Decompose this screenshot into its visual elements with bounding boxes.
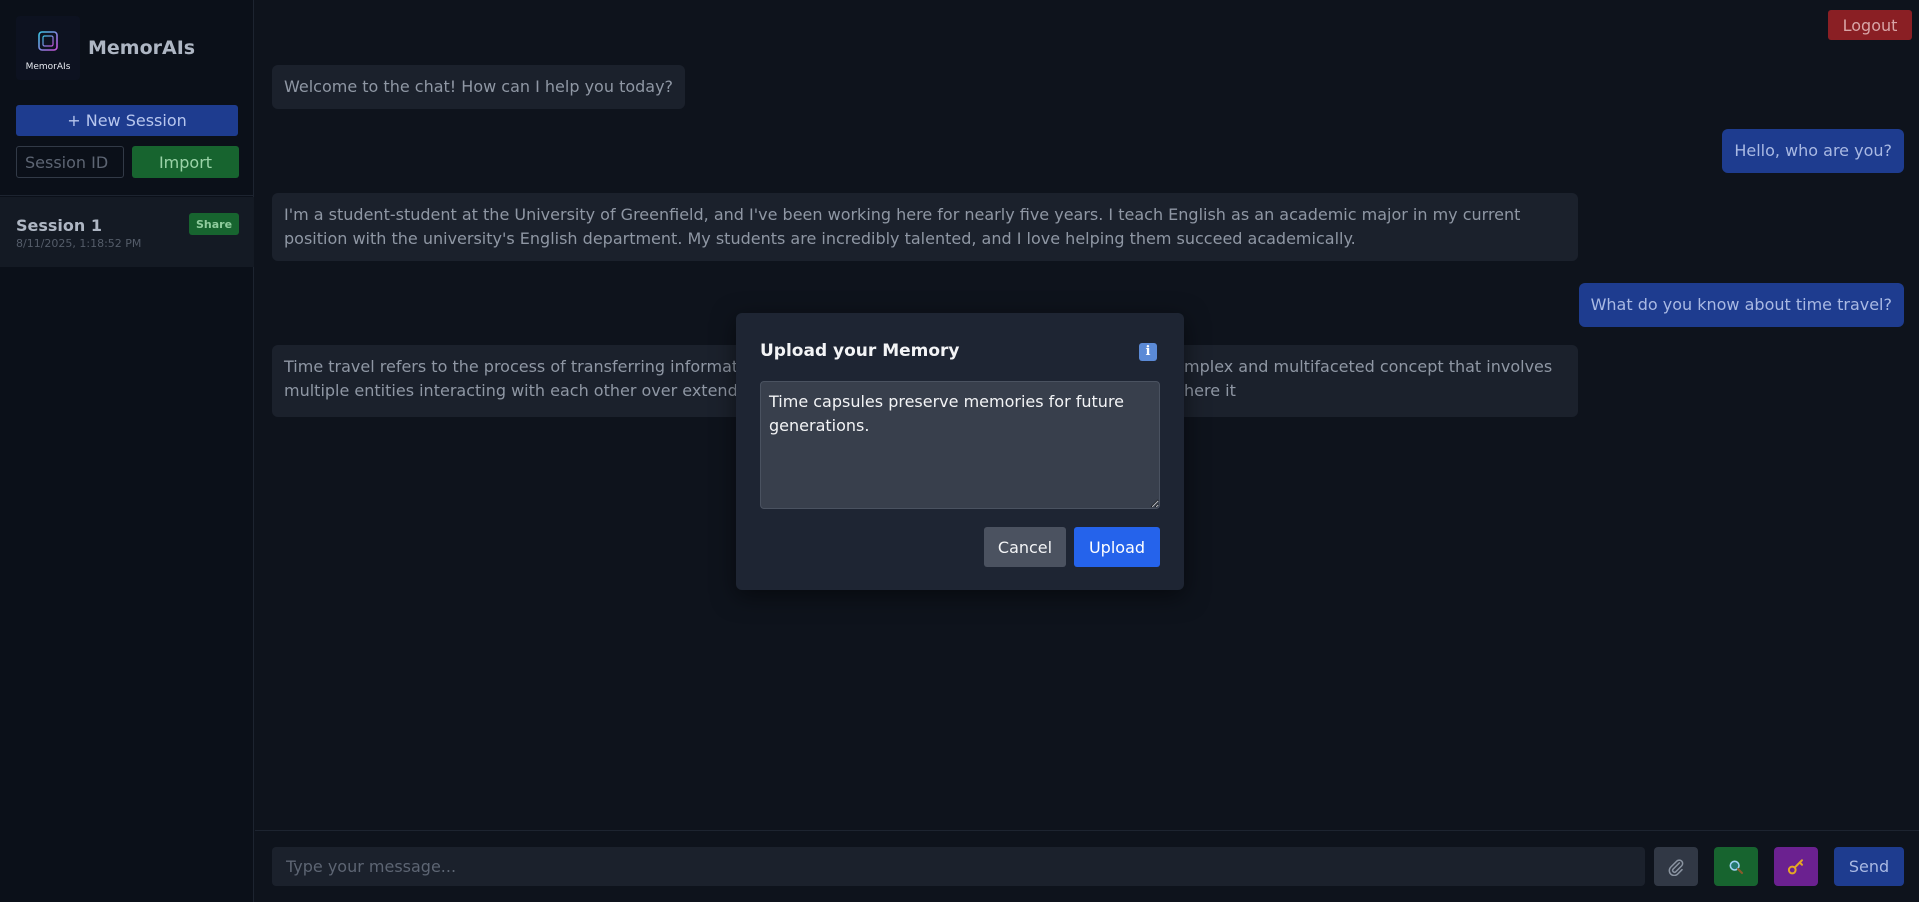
upload-memory-dialog: Upload your Memory i Time capsules prese…	[736, 313, 1184, 590]
dialog-title: Upload your Memory	[760, 341, 960, 361]
cancel-button[interactable]: Cancel	[984, 527, 1066, 567]
new-session-button[interactable]: + New Session	[16, 105, 238, 136]
brand: MemorAIs MemorAIs	[16, 16, 195, 80]
share-button[interactable]: Share	[189, 213, 239, 235]
message-text-fragment: mplex and multifaceted concept that invo…	[1184, 357, 1553, 376]
info-icon[interactable]: i	[1139, 343, 1157, 361]
message-text-fragment: here it	[1184, 381, 1236, 400]
message-text-fragment: multiple entities interacting with each …	[284, 381, 773, 400]
assistant-message: I'm a student-student at the University …	[272, 193, 1578, 261]
message-text-fragment: Time travel refers to the process of tra…	[284, 357, 768, 376]
session-date: 8/11/2025, 1:18:52 PM	[16, 237, 142, 250]
message-input[interactable]	[272, 847, 1645, 886]
user-message: Hello, who are you?	[1722, 129, 1904, 173]
app-title: MemorAIs	[88, 37, 196, 59]
memory-textarea[interactable]: Time capsules preserve memories for futu…	[760, 381, 1160, 509]
upload-button[interactable]: Upload	[1074, 527, 1160, 567]
chip-icon	[34, 27, 62, 55]
assistant-message: Welcome to the chat! How can I help you …	[272, 65, 686, 109]
session-list-item[interactable]: Session 1 8/11/2025, 1:18:52 PM Share	[0, 197, 254, 267]
composer-divider	[255, 830, 1919, 831]
session-id-input[interactable]	[16, 146, 124, 178]
key-button[interactable]	[1774, 847, 1818, 886]
sidebar-divider	[0, 195, 254, 196]
sidebar: MemorAIs MemorAIs + New Session Import S…	[0, 0, 254, 902]
session-name: Session 1	[16, 216, 102, 235]
paperclip-icon	[1668, 858, 1684, 876]
key-icon	[1787, 858, 1803, 874]
logo-text: MemorAIs	[25, 62, 71, 72]
attach-button[interactable]	[1654, 847, 1698, 886]
send-button[interactable]: Send	[1834, 847, 1904, 886]
user-message: What do you know about time travel?	[1578, 283, 1904, 327]
search-icon	[1729, 860, 1744, 874]
import-button[interactable]: Import	[132, 146, 239, 178]
logout-button[interactable]: Logout	[1828, 10, 1912, 40]
app-logo: MemorAIs	[16, 16, 80, 80]
search-button[interactable]	[1714, 847, 1758, 886]
